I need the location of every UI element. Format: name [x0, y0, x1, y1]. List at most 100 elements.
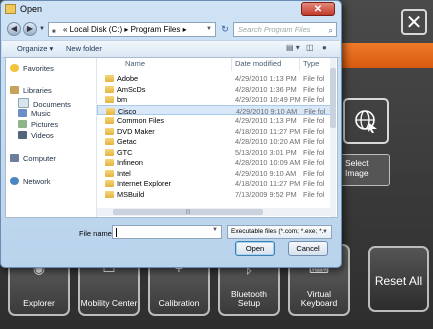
reset-all-button[interactable]: Reset All	[368, 246, 429, 312]
cancel-button[interactable]: Cancel	[288, 241, 328, 256]
search-input[interactable]: Search Program Files ⌕	[233, 22, 337, 37]
file-name: Adobe	[117, 74, 139, 83]
vertical-scrollbar[interactable]	[330, 58, 336, 217]
file-type: File fol	[303, 158, 325, 167]
refresh-icon[interactable]: ↻	[218, 22, 232, 37]
nav-item-computer[interactable]: Computer	[10, 154, 56, 163]
file-type-filter-select[interactable]: Executable files (*.com; *.exe; *. ▼	[227, 225, 332, 239]
file-row[interactable]: bm 4/29/2010 10:49 PM File fol	[97, 94, 331, 105]
file-row[interactable]: Getac 4/28/2010 10:20 AM File fol	[97, 136, 331, 147]
file-name: bm	[117, 95, 128, 104]
recent-pages-dropdown-icon[interactable]: ▼	[39, 26, 45, 32]
dialog-close-button[interactable]: ✕	[301, 2, 335, 16]
file-name: MSBuild	[117, 189, 145, 199]
file-date: 4/28/2010 1:36 PM	[235, 84, 297, 94]
file-name-input[interactable]: ▼	[112, 225, 222, 239]
preview-pane-icon[interactable]: ◫	[306, 43, 314, 52]
file-name: Getac	[117, 137, 137, 146]
computer-icon	[10, 154, 19, 162]
file-type: File fol	[303, 74, 325, 83]
file-date: 4/29/2010 1:13 PM	[235, 74, 297, 83]
nav-item-pictures[interactable]: Pictures	[18, 120, 58, 129]
file-type: File fol	[303, 179, 325, 188]
vertical-scroll-thumb[interactable]	[330, 68, 336, 128]
horizontal-scrollbar[interactable]: |||	[97, 208, 330, 216]
folder-icon	[105, 159, 114, 166]
help-icon[interactable]: ●	[322, 43, 327, 52]
select-image-icon-tile[interactable]	[343, 98, 389, 144]
column-header-name[interactable]: Name	[125, 59, 145, 71]
file-row[interactable]: Adobe 4/29/2010 1:13 PM File fol	[97, 73, 331, 84]
nav-item-music[interactable]: Music	[18, 109, 51, 118]
folder-icon	[105, 169, 114, 177]
dialog-titlebar[interactable]: Open ✕	[1, 1, 341, 18]
nav-item-network[interactable]: Network	[10, 177, 51, 186]
file-row[interactable]: Cisco 4/29/2010 9:10 AM File fol	[97, 104, 331, 116]
file-date: 4/18/2010 11:27 PM	[235, 179, 301, 188]
nav-label: Libraries	[23, 86, 52, 95]
file-type: File fol	[303, 126, 325, 136]
file-type: File fol	[303, 84, 325, 94]
documents-icon	[18, 98, 29, 108]
dialog-title: Open	[20, 4, 43, 14]
file-type: File fol	[303, 168, 325, 178]
folder-icon	[105, 85, 114, 93]
file-name: GTC	[117, 147, 133, 157]
tile-label: Calibration	[158, 298, 200, 308]
nav-label: Music	[31, 109, 51, 118]
horizontal-scroll-thumb[interactable]: |||	[113, 209, 263, 215]
select-image-button[interactable]: Select Image	[340, 154, 390, 186]
column-divider[interactable]	[299, 58, 300, 71]
nav-label: Computer	[23, 154, 56, 163]
back-arrow-icon[interactable]: ◀	[7, 22, 21, 36]
folder-icon	[105, 180, 114, 187]
address-dropdown-icon[interactable]: ▼	[206, 23, 212, 36]
file-list-pane: Name Date modified Type Adobe 4/29/2010 1…	[97, 58, 337, 217]
folder-icon	[5, 4, 16, 14]
folder-icon	[105, 96, 114, 103]
navigation-pane: Favorites Libraries Documents Music Pict…	[6, 58, 97, 217]
file-row[interactable]: Intel 4/29/2010 9:10 AM File fol	[97, 168, 331, 179]
organize-button[interactable]: Organize ▾	[17, 44, 53, 53]
folder-icon	[105, 148, 114, 156]
forward-arrow-icon[interactable]: ▶	[23, 22, 37, 36]
address-row: ◀ ▶ ▼ ■ « Local Disk (C:) ▸ Program File…	[1, 20, 341, 38]
nav-item-libraries[interactable]: Libraries	[10, 86, 52, 95]
file-row[interactable]: GTC 5/13/2010 3:01 PM File fol	[97, 147, 331, 158]
file-row[interactable]: Infineon 4/28/2010 10:09 AM File fol	[97, 157, 331, 168]
file-date: 4/28/2010 10:20 AM	[235, 137, 301, 146]
nav-label: Network	[23, 177, 51, 186]
column-header-date[interactable]: Date modified	[235, 59, 281, 71]
open-button[interactable]: Open	[235, 241, 275, 256]
view-options-icon[interactable]: ▤ ▾	[286, 43, 300, 52]
file-date: 4/28/2010 10:09 AM	[235, 158, 301, 167]
file-row[interactable]: DVD Maker 4/18/2010 11:27 PM File fol	[97, 126, 331, 137]
pictures-icon	[18, 120, 27, 128]
file-row[interactable]: MSBuild 7/13/2009 9:52 PM File fol	[97, 189, 331, 200]
file-name: Infineon	[117, 158, 143, 167]
folder-icon	[105, 117, 114, 124]
tile-label: Bluetooth Setup	[231, 289, 267, 308]
file-name: AmScDs	[117, 84, 146, 94]
open-file-dialog: Open ✕ ◀ ▶ ▼ ■ « Local Disk (C:) ▸ Progr…	[0, 0, 342, 268]
search-icon[interactable]: ⌕	[329, 24, 333, 37]
file-row[interactable]: Common Files 4/29/2010 1:13 PM File fol	[97, 115, 331, 126]
nav-item-documents[interactable]: Documents	[18, 98, 71, 109]
folder-icon	[105, 190, 114, 198]
nav-label: Pictures	[31, 120, 59, 129]
file-name: Common Files	[117, 116, 165, 125]
nav-item-videos[interactable]: Videos	[18, 131, 54, 140]
text-caret	[116, 228, 117, 237]
column-divider[interactable]	[231, 58, 232, 71]
nav-item-favorites[interactable]: Favorites	[10, 64, 54, 73]
file-row[interactable]: Internet Explorer 4/18/2010 11:27 PM File …	[97, 178, 331, 189]
new-folder-button[interactable]: New folder	[66, 44, 102, 53]
network-icon	[10, 177, 19, 185]
file-name-dropdown-icon[interactable]: ▼	[212, 227, 218, 233]
launcher-close-button[interactable]: ✕	[401, 9, 427, 35]
tile-label: Mobility Center	[80, 298, 138, 308]
address-bar[interactable]: ■ « Local Disk (C:) ▸ Program Files ▸ ▼	[48, 22, 216, 37]
column-header-type[interactable]: Type	[303, 59, 319, 71]
nav-label: Favorites	[23, 64, 54, 73]
file-row[interactable]: AmScDs 4/28/2010 1:36 PM File fol	[97, 84, 331, 95]
